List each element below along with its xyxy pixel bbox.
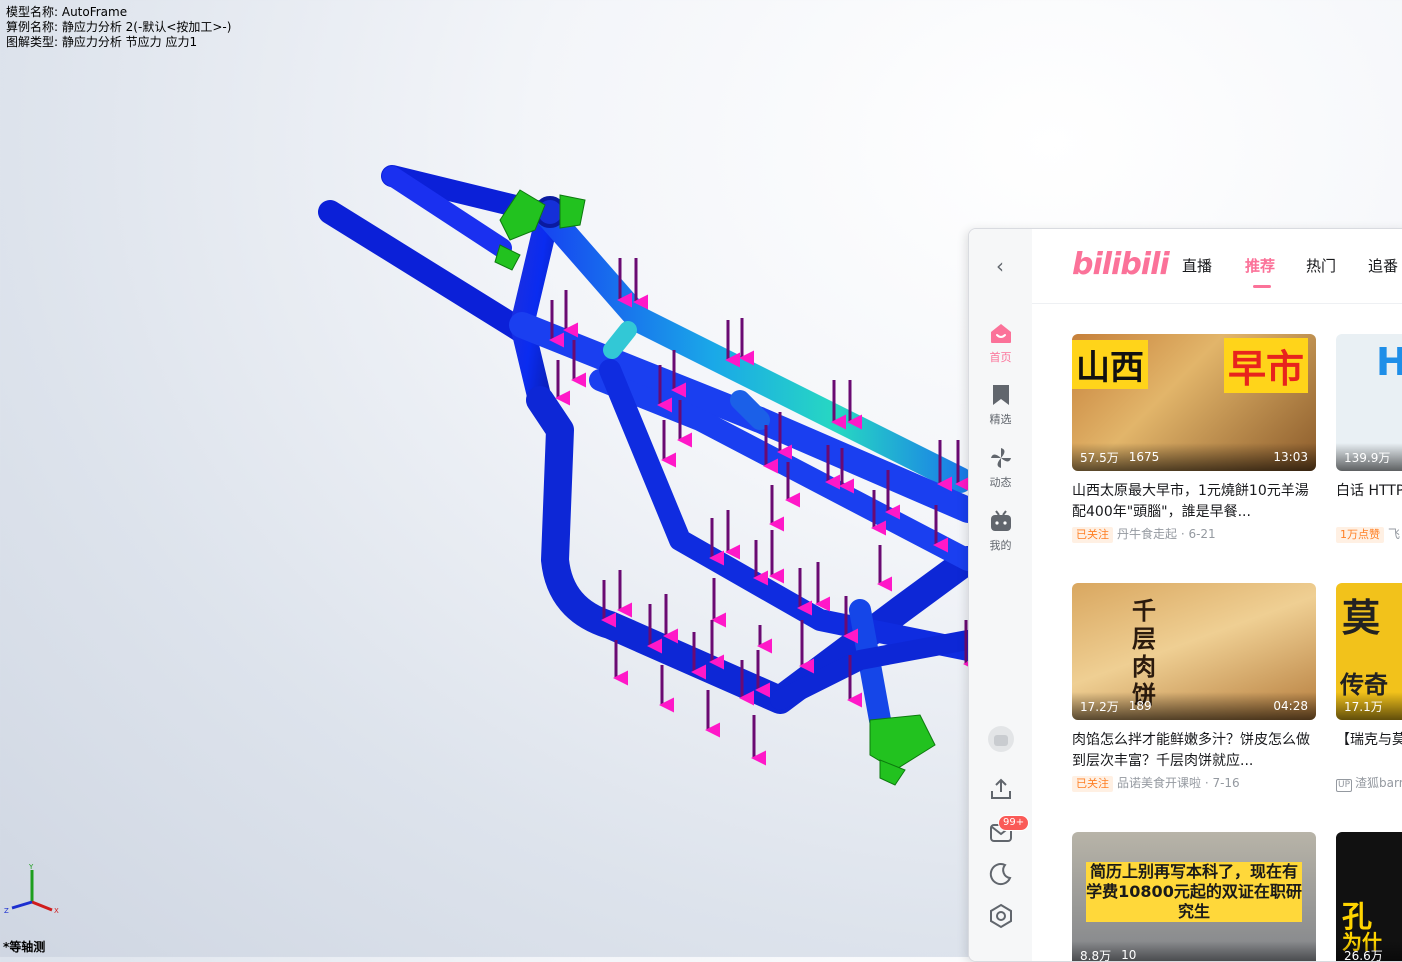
tab-live[interactable]: 直播 (1182, 255, 1212, 276)
bilibili-logo[interactable]: bilibili (1072, 247, 1169, 282)
top-navigation: bilibili 直播 推荐 热门 追番 (1032, 229, 1402, 304)
settings-icon[interactable] (988, 903, 1014, 929)
avatar[interactable] (988, 726, 1014, 752)
duration: 13:03 (1273, 450, 1308, 464)
video-thumbnail[interactable]: H 139.9万 (1336, 334, 1402, 471)
video-stats: 26.6万 (1336, 941, 1402, 962)
frame-tubes (330, 176, 968, 745)
nav-dynamic-label: 动态 (990, 476, 1012, 489)
video-card[interactable]: 山西 早市 57.5万 1675 13:03 山西太原最大早市，1元燒餅10元羊… (1072, 334, 1316, 543)
view-count: 17.2万 (1080, 698, 1119, 715)
triad-y-label: Y (28, 863, 34, 871)
video-title[interactable]: 白话 HTTP 皮子底下安... (1336, 481, 1402, 523)
view-count: 26.6万 (1344, 947, 1383, 962)
follow-tag: 已关注 (1072, 776, 1113, 792)
video-thumbnail[interactable]: 山西 早市 57.5万 1675 13:03 (1072, 334, 1316, 471)
nav-home-label: 首页 (990, 351, 1012, 364)
video-thumbnail[interactable]: 莫 传奇 17.1万 (1336, 583, 1402, 720)
video-stats: 139.9万 (1336, 443, 1402, 471)
author[interactable]: 渣狐barn (1355, 776, 1402, 790)
bookmark-icon (988, 383, 1014, 407)
video-title[interactable]: 肉馅怎么拌才能鲜嫩多汁？饼皮怎么做到层次丰富？千层肉饼就应... (1072, 730, 1316, 772)
nav-mine[interactable]: 我的 (969, 509, 1032, 553)
triad-x-label: X (54, 907, 59, 915)
dark-mode-icon[interactable] (988, 861, 1014, 887)
back-button[interactable]: ‹ (991, 257, 1009, 275)
video-stats: 8.8万 10 (1072, 941, 1316, 962)
view-count: 8.8万 (1080, 947, 1111, 962)
follow-tag: 已关注 (1072, 527, 1113, 543)
video-meta: UP渣狐barn (1336, 774, 1402, 792)
video-thumbnail[interactable]: 简历上别再写本科了，现在有学费10800元起的双证在职研究生 8.8万 10 (1072, 832, 1316, 962)
nav-mine-label: 我的 (990, 539, 1012, 552)
video-thumbnail[interactable]: 千层肉饼 17.2万 189 04:28 (1072, 583, 1316, 720)
video-title[interactable]: 【瑞克与莫... 好恣但是内... (1336, 730, 1402, 772)
author[interactable]: 飞 (1388, 527, 1400, 541)
danmaku-count: 10 (1121, 948, 1136, 962)
nav-dynamic[interactable]: 动态 (969, 446, 1032, 490)
duration: 04:28 (1273, 699, 1308, 713)
message-badge: 99+ (998, 815, 1029, 831)
active-tab-indicator (1253, 285, 1271, 288)
video-stats: 17.2万 189 04:28 (1072, 692, 1316, 720)
view-count: 17.1万 (1344, 698, 1383, 715)
thumb-text: 莫 (1342, 587, 1380, 642)
bilibili-panel[interactable]: ‹ 首页 精选 动态 我的 (968, 228, 1402, 962)
video-card[interactable]: 简历上别再写本科了，现在有学费10800元起的双证在职研究生 8.8万 10 (1072, 832, 1316, 962)
author[interactable]: 品诺美食开课啦 · 7-16 (1117, 776, 1240, 790)
thumb-text: 简历上别再写本科了，现在有学费10800元起的双证在职研究生 (1086, 862, 1302, 922)
nav-featured[interactable]: 精选 (969, 383, 1032, 427)
tab-recommended[interactable]: 推荐 (1245, 255, 1275, 276)
author[interactable]: 丹牛食走起 · 6-21 (1117, 527, 1216, 541)
stress-plot-frame[interactable] (0, 0, 968, 957)
video-stats: 17.1万 (1336, 692, 1402, 720)
video-card[interactable]: H 139.9万 白话 HTTP 皮子底下安... 1万点赞飞 (1336, 334, 1402, 543)
thumb-text: H (1376, 340, 1402, 384)
view-orientation-label: *等轴测 (3, 938, 45, 955)
video-meta: 已关注品诺美食开课啦 · 7-16 (1072, 774, 1316, 792)
home-icon (988, 321, 1014, 345)
tab-anime[interactable]: 追番 (1368, 255, 1398, 276)
sidebar: ‹ 首页 精选 动态 我的 (969, 229, 1032, 961)
video-meta: 已关注丹牛食走起 · 6-21 (1072, 525, 1316, 543)
nav-home[interactable]: 首页 (969, 321, 1032, 365)
danmaku-count: 1675 (1129, 450, 1160, 464)
video-card[interactable]: 莫 传奇 17.1万 【瑞克与莫... 好恣但是内... UP渣狐barn (1336, 583, 1402, 792)
upload-icon[interactable] (988, 776, 1014, 802)
video-thumbnail[interactable]: 孔 为什 26.6万 (1336, 832, 1402, 962)
view-count: 57.5万 (1080, 449, 1119, 466)
tab-popular[interactable]: 热门 (1306, 255, 1336, 276)
coordinate-triad: Y X Z (0, 860, 70, 920)
thumb-text: 早市 (1224, 338, 1308, 393)
likes-tag: 1万点赞 (1336, 527, 1384, 543)
triad-z-label: Z (4, 907, 9, 915)
pinwheel-icon (988, 446, 1014, 470)
danmaku-count: 189 (1129, 699, 1152, 713)
video-card[interactable]: 千层肉饼 17.2万 189 04:28 肉馅怎么拌才能鲜嫩多汁？饼皮怎么做到层… (1072, 583, 1316, 792)
video-stats: 57.5万 1675 13:03 (1072, 443, 1316, 471)
video-meta: 1万点赞飞 (1336, 525, 1402, 543)
thumb-text: 山西 (1072, 340, 1148, 389)
tv-icon (988, 509, 1014, 533)
nav-featured-label: 精选 (990, 413, 1012, 426)
video-title[interactable]: 山西太原最大早市，1元燒餅10元羊湯配400年"頭腦"，誰是早餐... (1072, 481, 1316, 523)
video-card[interactable]: 孔 为什 26.6万 (1336, 832, 1402, 962)
view-count: 139.9万 (1344, 449, 1390, 466)
up-icon: UP (1336, 779, 1352, 792)
